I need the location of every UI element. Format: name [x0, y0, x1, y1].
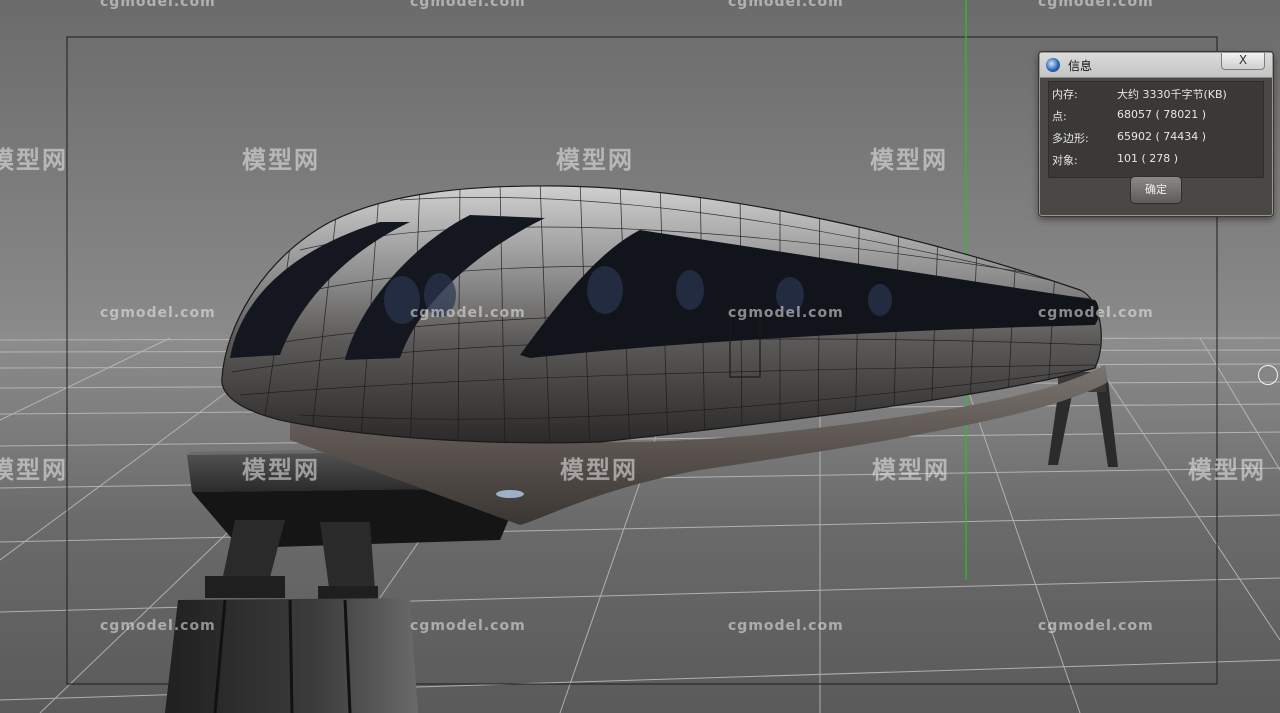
dialog-titlebar[interactable]: 信息 X: [1040, 53, 1272, 78]
dialog-title: 信息: [1068, 59, 1093, 73]
info-value: 68057 ( 78021 ): [1117, 108, 1207, 121]
info-panel: 内存: 大约 3330千字节(KB) 点: 68057 ( 78021 ) 多边…: [1048, 81, 1264, 178]
cursor-ring-icon: [1258, 365, 1278, 385]
ok-button[interactable]: 确定: [1130, 176, 1182, 204]
info-value: 101 ( 278 ): [1117, 152, 1179, 165]
info-label: 内存:: [1052, 88, 1078, 101]
front-lamp: [496, 490, 524, 498]
info-value: 65902 ( 74434 ): [1117, 130, 1207, 143]
info-label: 多边形:: [1052, 132, 1089, 145]
info-dialog: 信息 X 内存: 大约 3330千字节(KB) 点: 68057 ( 78021…: [1039, 52, 1273, 216]
info-row-polygons: 多边形: 65902 ( 74434 ): [1049, 126, 1263, 148]
info-label: 点:: [1052, 110, 1067, 123]
info-value: 大约 3330千字节(KB): [1117, 88, 1227, 101]
info-row-points: 点: 68057 ( 78021 ): [1049, 104, 1263, 126]
close-button[interactable]: X: [1221, 53, 1265, 70]
info-row-objects: 对象: 101 ( 278 ): [1049, 148, 1263, 170]
info-label: 对象:: [1052, 154, 1078, 167]
app-logo-icon: [1046, 58, 1060, 72]
info-row-memory: 内存: 大约 3330千字节(KB): [1049, 82, 1263, 104]
